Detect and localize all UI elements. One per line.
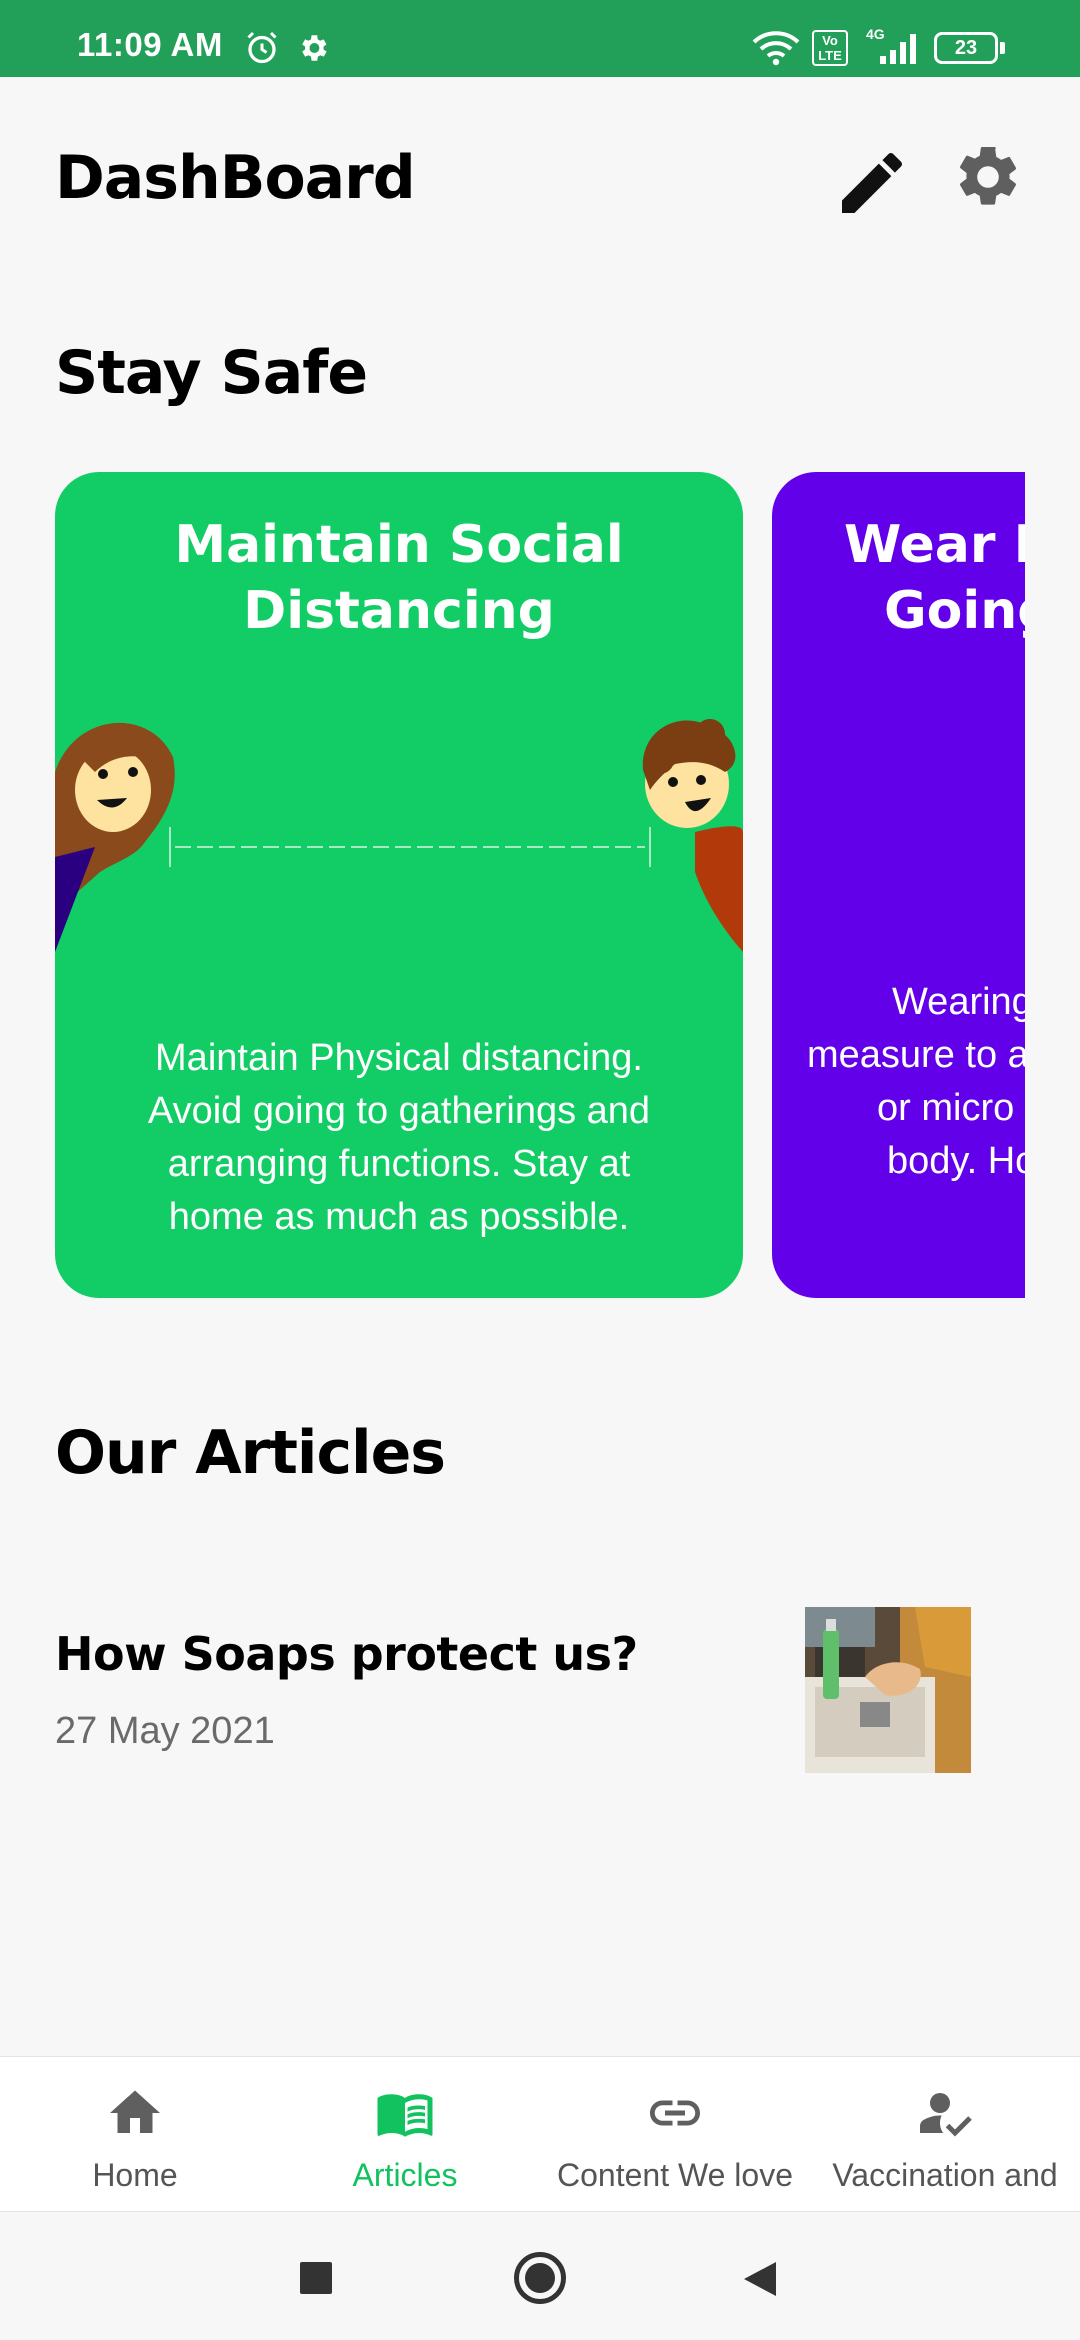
card-body-line: arranging functions. Stay at bbox=[167, 1143, 631, 1185]
nav-label: Content We love bbox=[557, 2157, 793, 2193]
app-bar: DashBoard bbox=[0, 77, 1080, 277]
articles-heading: Our Articles bbox=[55, 1418, 446, 1488]
nav-label: Articles bbox=[352, 2157, 458, 2193]
card-body-line: Avoid going to gatherings and bbox=[147, 1090, 651, 1132]
gear-icon bbox=[959, 146, 1017, 205]
card-body-line: or micro particles entering the bbox=[877, 1087, 1025, 1129]
nav-item-articles[interactable]: Articles bbox=[270, 2057, 540, 2213]
card-title-line2: Distancing bbox=[243, 581, 555, 641]
card-title-line1: Wear Mask When bbox=[844, 515, 1025, 575]
article-title: How Soaps protect us? bbox=[55, 1627, 638, 1681]
card-title: Wear Mask When Going Out bbox=[772, 512, 1025, 644]
social-distancing-card[interactable]: Maintain Social Distancing Maintain Phys… bbox=[55, 472, 743, 1298]
settings-button[interactable] bbox=[952, 141, 1032, 221]
card-body: Wearing a mask is a preventive measure t… bbox=[807, 976, 1025, 1188]
card-title: Maintain Social Distancing bbox=[55, 512, 743, 644]
boy-illustration bbox=[642, 719, 743, 952]
social-distancing-illustration bbox=[55, 719, 743, 952]
person-check-icon bbox=[920, 2093, 972, 2137]
page-title: DashBoard bbox=[55, 143, 416, 213]
volte-icon: Vo LTE bbox=[812, 30, 848, 66]
wear-mask-card[interactable]: Wear Mask When Going Out Wearing a mask … bbox=[772, 472, 1025, 1298]
home-icon bbox=[110, 2090, 160, 2133]
card-body-line: body. Hope you stay safe bbox=[887, 1140, 1025, 1182]
girl-illustration bbox=[55, 722, 175, 952]
home-circle-icon[interactable] bbox=[514, 2252, 566, 2304]
card-body-line: home as much as possible. bbox=[168, 1196, 630, 1238]
card-body-line: Wearing a mask is a preventive bbox=[892, 981, 1025, 1023]
battery-level: 23 bbox=[954, 37, 978, 59]
status-time: 11:09 AM bbox=[77, 26, 223, 63]
nav-item-vaccination[interactable]: Vaccination and bbox=[810, 2057, 1080, 2213]
nav-label: Vaccination and bbox=[832, 2157, 1058, 2193]
card-title-line1: Maintain Social bbox=[174, 515, 624, 575]
back-triangle-icon[interactable] bbox=[742, 2260, 778, 2298]
nav-label: Home bbox=[92, 2157, 178, 2193]
article-item[interactable]: How Soaps protect us? 27 May 2021 bbox=[0, 1580, 1080, 1800]
status-bar: 11:09 AM Vo LTE 4G 23 bbox=[0, 0, 1080, 77]
wifi-icon bbox=[752, 31, 800, 66]
card-body: Maintain Physical distancing. Avoid goin… bbox=[95, 1032, 703, 1244]
bottom-navigation: Home Articles Content We love Vaccinatio… bbox=[0, 2056, 1080, 2212]
card-body-line: Maintain Physical distancing. bbox=[155, 1037, 643, 1079]
nav-item-home[interactable]: Home bbox=[0, 2057, 270, 2213]
article-date: 27 May 2021 bbox=[55, 1710, 275, 1752]
edit-button[interactable] bbox=[832, 143, 912, 223]
link-icon bbox=[650, 2100, 700, 2126]
recents-square-icon[interactable] bbox=[300, 2262, 332, 2294]
signal-icon bbox=[880, 34, 916, 64]
gear-icon bbox=[302, 35, 327, 61]
battery-icon: 23 bbox=[934, 32, 1005, 64]
alarm-icon bbox=[247, 31, 277, 64]
stay-safe-carousel[interactable]: Maintain Social Distancing Maintain Phys… bbox=[55, 472, 1025, 1298]
pencil-icon bbox=[842, 152, 902, 213]
book-icon bbox=[377, 2094, 433, 2137]
article-thumbnail bbox=[805, 1607, 971, 1773]
nav-item-content[interactable]: Content We love bbox=[540, 2057, 810, 2213]
stay-safe-heading: Stay Safe bbox=[55, 338, 368, 408]
system-navigation-bar bbox=[0, 2212, 1080, 2340]
card-title-line2: Going Out bbox=[884, 581, 1025, 641]
card-body-line: measure to avoid virus droplets bbox=[807, 1034, 1025, 1076]
